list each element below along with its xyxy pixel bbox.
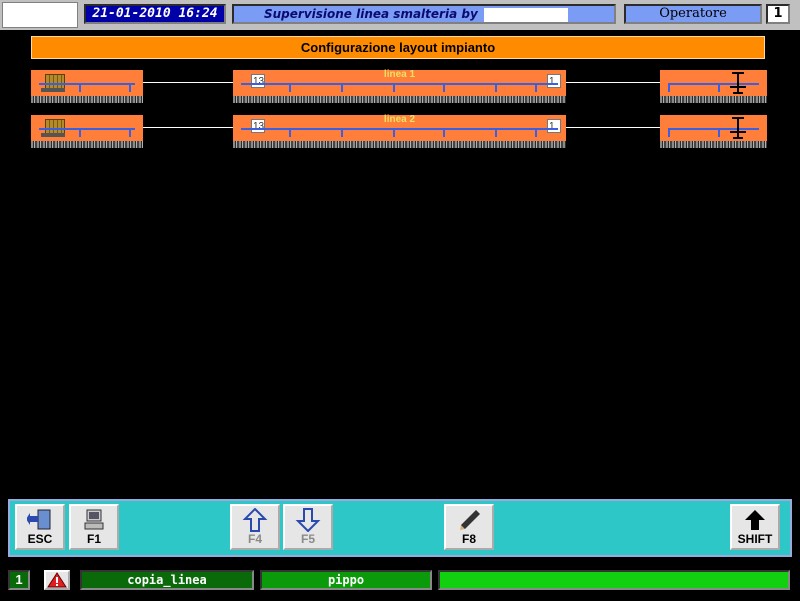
f1-label: F1 bbox=[86, 532, 101, 546]
counter-left: 13 bbox=[251, 119, 265, 133]
rail-support bbox=[341, 83, 343, 92]
rail-support bbox=[79, 128, 81, 137]
unloader-icon bbox=[730, 117, 746, 139]
floor-strip bbox=[31, 96, 143, 103]
counter-left: 13 bbox=[251, 74, 265, 88]
f8-button[interactable]: F8 bbox=[444, 504, 494, 550]
status-number: 1 bbox=[8, 570, 30, 590]
rail-support bbox=[718, 128, 720, 137]
unloader-icon bbox=[730, 72, 746, 94]
rail-support bbox=[393, 83, 395, 92]
system-name: Supervisione linea smalteria by bbox=[232, 4, 616, 24]
floor-strip bbox=[31, 141, 143, 148]
floor-strip bbox=[233, 141, 566, 148]
active-function: copia_linea bbox=[80, 570, 254, 590]
f8-label: F8 bbox=[461, 532, 476, 546]
line-label: linea 1 bbox=[383, 69, 416, 80]
floor-strip bbox=[660, 96, 767, 103]
connector-line bbox=[566, 127, 660, 128]
pencil-icon bbox=[446, 508, 492, 532]
counter-right: 1 bbox=[547, 74, 561, 88]
line-label: linea 2 bbox=[383, 114, 416, 125]
rail-support bbox=[443, 128, 445, 137]
floor-strip bbox=[660, 141, 767, 148]
arrow-up-icon bbox=[232, 507, 278, 532]
function-key-bar: ESC F1 F4 F5 F8 SHIFT bbox=[8, 499, 792, 557]
datetime-display: 21-01-2010 16:24 bbox=[84, 4, 226, 24]
rail-support bbox=[289, 83, 291, 92]
rail-support bbox=[443, 83, 445, 92]
f4-button[interactable]: F4 bbox=[230, 504, 280, 550]
rail-support bbox=[129, 83, 131, 92]
status-bar: 1 copia_linea pippo bbox=[0, 565, 800, 601]
connector-line bbox=[143, 127, 233, 128]
unloader-station[interactable] bbox=[660, 115, 767, 141]
rail-support bbox=[718, 83, 720, 92]
operator-number: 1 bbox=[766, 4, 790, 24]
f5-button[interactable]: F5 bbox=[283, 504, 333, 550]
f4-label: F4 bbox=[247, 532, 262, 546]
status-message bbox=[438, 570, 790, 590]
page-title: Configurazione layout impianto bbox=[31, 36, 765, 59]
warning-triangle-icon bbox=[46, 572, 68, 592]
company-name-box bbox=[483, 7, 568, 22]
computer-icon bbox=[71, 508, 117, 532]
shift-label: SHIFT bbox=[737, 532, 773, 546]
rail-support bbox=[393, 128, 395, 137]
warning-button[interactable] bbox=[44, 570, 70, 590]
conveyor-rail bbox=[39, 83, 135, 85]
connector-line bbox=[566, 82, 660, 83]
cart-icon bbox=[41, 88, 65, 92]
f1-button[interactable]: F1 bbox=[69, 504, 119, 550]
rail-support bbox=[535, 128, 537, 137]
shift-button[interactable]: SHIFT bbox=[730, 504, 780, 550]
arrow-down-icon bbox=[285, 508, 331, 533]
unloader-station[interactable] bbox=[660, 70, 767, 96]
current-user: pippo bbox=[260, 570, 432, 590]
connector-line bbox=[143, 82, 233, 83]
loader-station[interactable] bbox=[31, 70, 143, 96]
rail-support bbox=[495, 83, 497, 92]
loader-station[interactable] bbox=[31, 115, 143, 141]
esc-button[interactable]: ESC bbox=[15, 504, 65, 550]
plant-line-2[interactable]: linea 2 13 1 bbox=[0, 114, 800, 155]
rail-support bbox=[341, 128, 343, 137]
rail-support bbox=[495, 128, 497, 137]
f5-label: F5 bbox=[300, 532, 315, 546]
shift-arrow-icon bbox=[732, 508, 778, 532]
floor-strip bbox=[233, 96, 566, 103]
line-segment[interactable]: linea 2 13 1 bbox=[233, 114, 566, 141]
esc-label: ESC bbox=[27, 532, 53, 546]
conveyor-rail bbox=[39, 128, 135, 130]
rail-support bbox=[668, 83, 670, 92]
rail-support bbox=[289, 128, 291, 137]
rail-support bbox=[535, 83, 537, 92]
rail-support bbox=[129, 128, 131, 137]
plant-line-1[interactable]: linea 1 13 1 bbox=[0, 69, 800, 110]
line-segment[interactable]: linea 1 13 1 bbox=[233, 69, 566, 96]
counter-right: 1 bbox=[547, 119, 561, 133]
rail-support bbox=[668, 128, 670, 137]
rail-support bbox=[79, 83, 81, 92]
logo bbox=[2, 2, 78, 28]
cart-icon bbox=[41, 133, 65, 137]
exit-door-icon bbox=[17, 508, 63, 532]
top-bar: 21-01-2010 16:24 Supervisione linea smal… bbox=[0, 0, 800, 30]
user-role[interactable]: Operatore bbox=[624, 4, 762, 24]
system-name-label: Supervisione linea smalteria by bbox=[264, 7, 478, 21]
